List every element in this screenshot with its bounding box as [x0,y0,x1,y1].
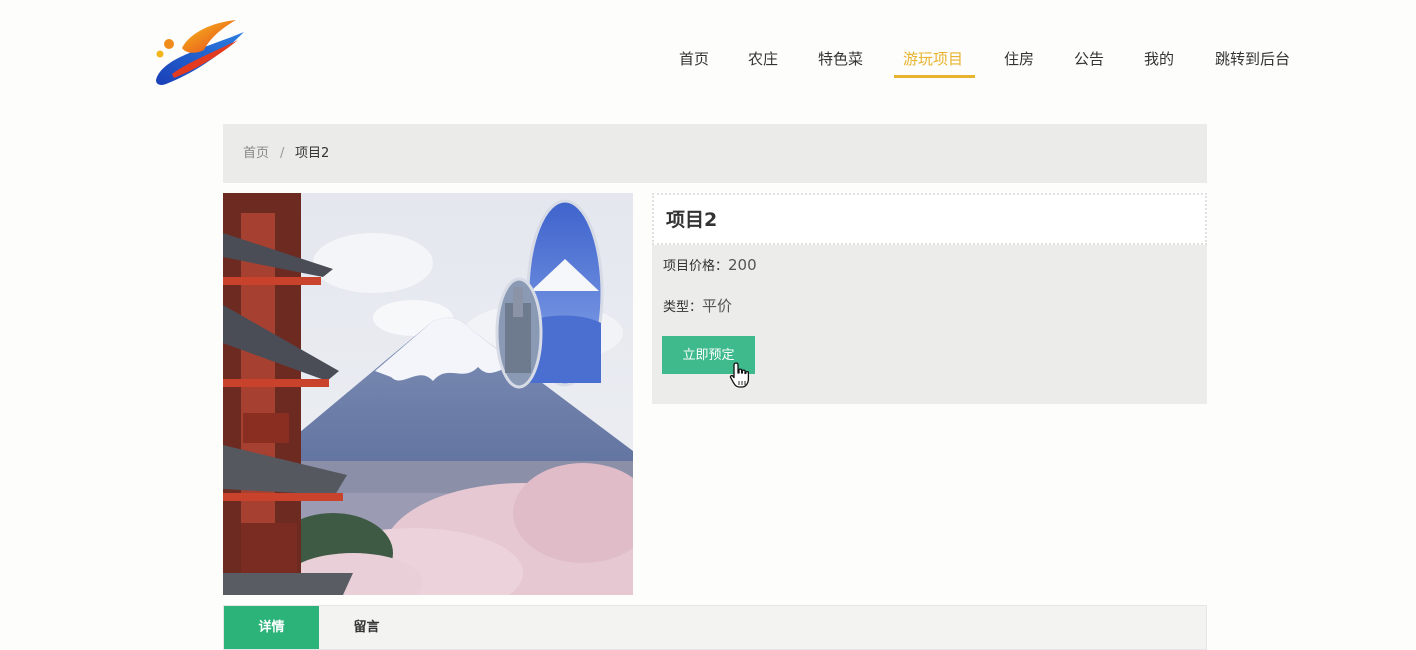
product-title-box: 项目2 [652,193,1207,245]
nav-item-notices[interactable]: 公告 [1074,49,1104,69]
product-title: 项目2 [666,209,718,231]
breadcrumb-current: 项目2 [295,146,330,161]
breadcrumb: 首页 / 项目2 [223,124,1207,183]
nav-item-farm[interactable]: 农庄 [748,49,778,69]
nav-item-activities[interactable]: 游玩项目 [903,49,963,69]
product-image [223,193,633,595]
tab-comments[interactable]: 留言 [319,606,414,649]
nav-item-admin[interactable]: 跳转到后台 [1215,49,1290,69]
site-logo[interactable] [152,14,248,90]
nav-active-underline [894,75,975,78]
nav-item-home[interactable]: 首页 [679,49,709,69]
breadcrumb-separator: / [280,146,285,161]
nav-item-specialty-dishes[interactable]: 特色菜 [818,49,863,69]
type-label: 类型： [663,300,703,315]
price-value: 200 [728,256,757,274]
nav-item-mine[interactable]: 我的 [1144,49,1174,69]
book-now-button[interactable]: 立即预定 [662,336,755,374]
tab-details[interactable]: 详情 [224,606,319,649]
type-value: 平价 [702,297,733,315]
type-row: 类型：平价 [663,296,732,318]
price-row: 项目价格：200 [663,255,757,277]
detail-tabs: 详情 留言 [223,605,1207,650]
nav-item-lodging[interactable]: 住房 [1004,49,1034,69]
price-label: 项目价格： [663,259,729,274]
breadcrumb-home-link[interactable]: 首页 [243,145,269,163]
product-info-panel: 项目2 项目价格：200 类型：平价 立即预定 [652,193,1207,404]
